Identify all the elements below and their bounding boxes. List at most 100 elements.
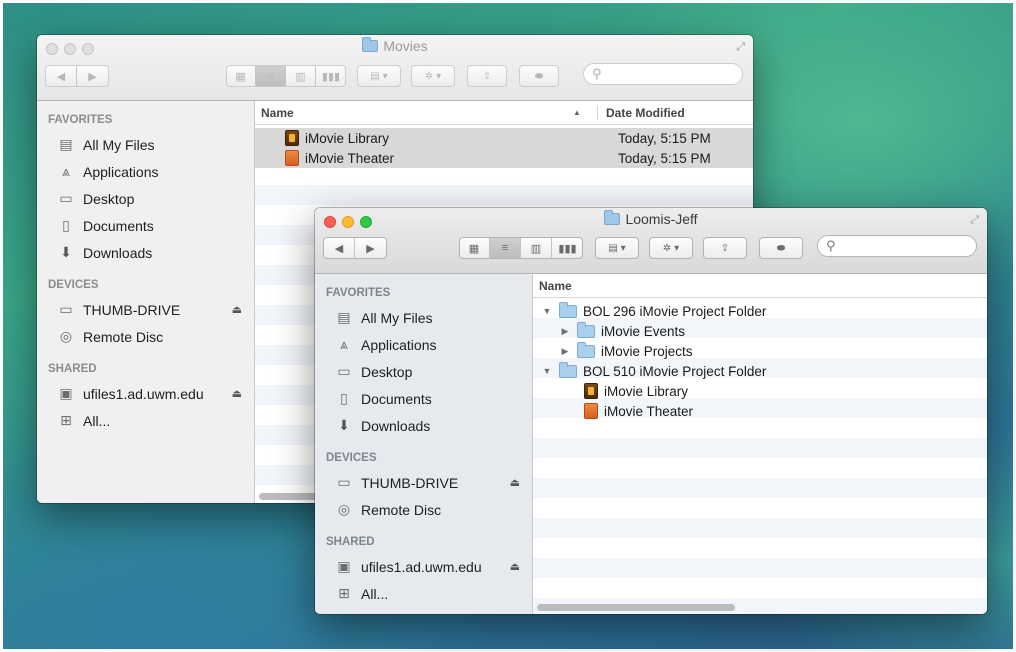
coverflow-view-button[interactable]: ▮▮▮: [316, 66, 346, 86]
tag-button[interactable]: ⬬: [519, 65, 559, 87]
fullscreen-icon[interactable]: ⤢: [736, 41, 745, 54]
sidebar-item-thumb-drive[interactable]: ▭ THUMB-DRIVE ⏏: [37, 296, 254, 323]
file-name: iMovie Library: [305, 130, 390, 146]
sidebar-item-documents[interactable]: ▯ Documents: [37, 212, 254, 239]
applications-icon: ⩓: [340, 336, 348, 352]
disclosure-open-icon[interactable]: ▼: [541, 366, 553, 376]
sidebar-item-label: ufiles1.ad.uwm.edu: [83, 385, 204, 402]
tree-row-imovie-library[interactable]: iMovie Library: [533, 381, 987, 401]
tree-row-bol-296[interactable]: ▼ BOL 296 iMovie Project Folder: [533, 301, 987, 321]
column-header-date[interactable]: Date Modified: [597, 105, 685, 120]
titlebar[interactable]: Loomis-Jeff ⤢ ◀ ▶ ▦ ≡ ▥ ▮▮▮ ▤ ▾ ✲ ▾ ⇪ ⬬ …: [315, 208, 987, 274]
applications-icon: ⩓: [62, 163, 70, 179]
horizontal-scrollbar[interactable]: [537, 604, 735, 611]
sidebar-item-label: Downloads: [361, 417, 431, 434]
item-name: iMovie Events: [601, 323, 686, 339]
sidebar-item-all-my-files[interactable]: ▤ All My Files: [37, 131, 254, 158]
sidebar-item-applications[interactable]: ⩓ Applications: [37, 158, 254, 185]
file-row-imovie-theater[interactable]: iMovie Theater Today, 5:15 PM: [255, 148, 753, 168]
window-title: Movies: [37, 37, 753, 54]
view-mode-control[interactable]: ▦ ≡ ▥ ▮▮▮: [226, 65, 346, 87]
action-button[interactable]: ✲ ▾: [649, 237, 693, 259]
column-header-name[interactable]: Name: [533, 279, 572, 293]
sidebar-item-label: Applications: [361, 336, 437, 353]
tag-button[interactable]: ⬬: [759, 237, 803, 259]
search-field[interactable]: ⚲: [817, 235, 977, 257]
eject-icon[interactable]: ⏏: [232, 303, 242, 316]
sidebar-item-label: All...: [361, 585, 389, 602]
sidebar-item-applications[interactable]: ⩓ Applications: [315, 331, 532, 358]
sidebar-item-all[interactable]: ⊞ All...: [315, 580, 532, 607]
tree-row-bol-510[interactable]: ▼ BOL 510 iMovie Project Folder: [533, 361, 987, 381]
share-button[interactable]: ⇪: [467, 65, 507, 87]
sidebar-item-all[interactable]: ⊞ All...: [37, 407, 254, 434]
imovie-theater-icon: [584, 403, 598, 419]
imovie-theater-icon: [285, 150, 299, 166]
tree-row-imovie-events[interactable]: ▶ iMovie Events: [533, 321, 987, 341]
coverflow-view-button[interactable]: ▮▮▮: [552, 238, 583, 258]
icon-view-button[interactable]: ▦: [459, 238, 490, 258]
disclosure-closed-icon[interactable]: ▶: [559, 326, 571, 337]
eject-icon[interactable]: ⏏: [510, 476, 520, 489]
sidebar-item-desktop[interactable]: ▭ Desktop: [315, 358, 532, 385]
sidebar-item-label: Desktop: [83, 190, 135, 207]
horizontal-scrollbar[interactable]: [259, 493, 319, 500]
action-button[interactable]: ✲ ▾: [411, 65, 455, 87]
file-list: Name ▼ BOL 296 iMovie Project Folder ▶ i…: [533, 274, 987, 614]
list-view-button[interactable]: ≡: [490, 238, 521, 258]
server-icon: ▣: [59, 385, 73, 401]
sidebar-item-ufiles1[interactable]: ▣ ufiles1.ad.uwm.edu ⏏: [315, 553, 532, 580]
tree-row-imovie-projects[interactable]: ▶ iMovie Projects: [533, 341, 987, 361]
sidebar-item-desktop[interactable]: ▭ Desktop: [37, 185, 254, 212]
column-view-button[interactable]: ▥: [286, 66, 316, 86]
network-icon: ⊞: [60, 412, 72, 428]
disclosure-open-icon[interactable]: ▼: [541, 306, 553, 316]
column-header-name[interactable]: Name: [255, 106, 573, 120]
back-forward-control[interactable]: ◀ ▶: [45, 65, 109, 87]
titlebar[interactable]: Movies ⤢ ◀ ▶ ▦ ≡ ▥ ▮▮▮ ▤ ▾ ✲ ▾ ⇪ ⬬ ⚲: [37, 35, 753, 101]
arrange-button[interactable]: ▤ ▾: [595, 237, 639, 259]
list-view-button[interactable]: ≡: [256, 66, 286, 86]
folder-icon: [577, 341, 595, 358]
column-view-button[interactable]: ▥: [521, 238, 552, 258]
item-name: iMovie Projects: [601, 343, 693, 359]
sidebar-item-thumb-drive[interactable]: ▭ THUMB-DRIVE ⏏: [315, 469, 532, 496]
sidebar-item-remote-disc[interactable]: ◎ Remote Disc: [315, 496, 532, 523]
drive-icon: ▭: [59, 301, 73, 317]
view-mode-control[interactable]: ▦ ≡ ▥ ▮▮▮: [459, 237, 583, 259]
sidebar-item-downloads[interactable]: ⬇ Downloads: [37, 239, 254, 266]
back-button[interactable]: ◀: [46, 66, 78, 86]
icon-view-button[interactable]: ▦: [226, 66, 256, 86]
fullscreen-icon[interactable]: ⤢: [970, 214, 979, 227]
sidebar-item-label: Documents: [361, 390, 432, 407]
eject-icon[interactable]: ⏏: [510, 560, 520, 573]
share-button[interactable]: ⇪: [703, 237, 747, 259]
all-files-icon: ▤: [337, 309, 351, 325]
drive-icon: ▭: [337, 474, 351, 490]
tree-row-imovie-theater[interactable]: iMovie Theater: [533, 401, 987, 421]
column-headers: Name ▲ Date Modified: [255, 101, 753, 125]
item-name: BOL 296 iMovie Project Folder: [583, 303, 767, 319]
sidebar-item-documents[interactable]: ▯ Documents: [315, 385, 532, 412]
sidebar-item-ufiles1[interactable]: ▣ ufiles1.ad.uwm.edu ⏏: [37, 380, 254, 407]
all-files-icon: ▤: [59, 136, 73, 152]
back-button[interactable]: ◀: [324, 238, 356, 258]
sidebar-item-downloads[interactable]: ⬇ Downloads: [315, 412, 532, 439]
sidebar-item-label: THUMB-DRIVE: [83, 301, 181, 318]
forward-button[interactable]: ▶: [77, 66, 108, 86]
sort-arrow-icon: ▲: [573, 108, 581, 117]
window-title: Loomis-Jeff: [315, 210, 987, 227]
back-forward-control[interactable]: ◀ ▶: [323, 237, 387, 259]
sidebar-item-all-my-files[interactable]: ▤ All My Files: [315, 304, 532, 331]
desktop-icon: ▭: [59, 190, 73, 206]
file-row-imovie-library[interactable]: iMovie Library Today, 5:15 PM: [255, 128, 753, 148]
sidebar-item-remote-disc[interactable]: ◎ Remote Disc: [37, 323, 254, 350]
finder-window-loomis-jeff[interactable]: Loomis-Jeff ⤢ ◀ ▶ ▦ ≡ ▥ ▮▮▮ ▤ ▾ ✲ ▾ ⇪ ⬬ …: [315, 208, 987, 614]
search-field[interactable]: ⚲: [583, 63, 743, 85]
arrange-button[interactable]: ▤ ▾: [357, 65, 401, 87]
eject-icon[interactable]: ⏏: [232, 387, 242, 400]
disc-icon: ◎: [59, 328, 73, 344]
folder-icon: [577, 321, 595, 338]
disclosure-closed-icon[interactable]: ▶: [559, 346, 571, 357]
forward-button[interactable]: ▶: [355, 238, 386, 258]
